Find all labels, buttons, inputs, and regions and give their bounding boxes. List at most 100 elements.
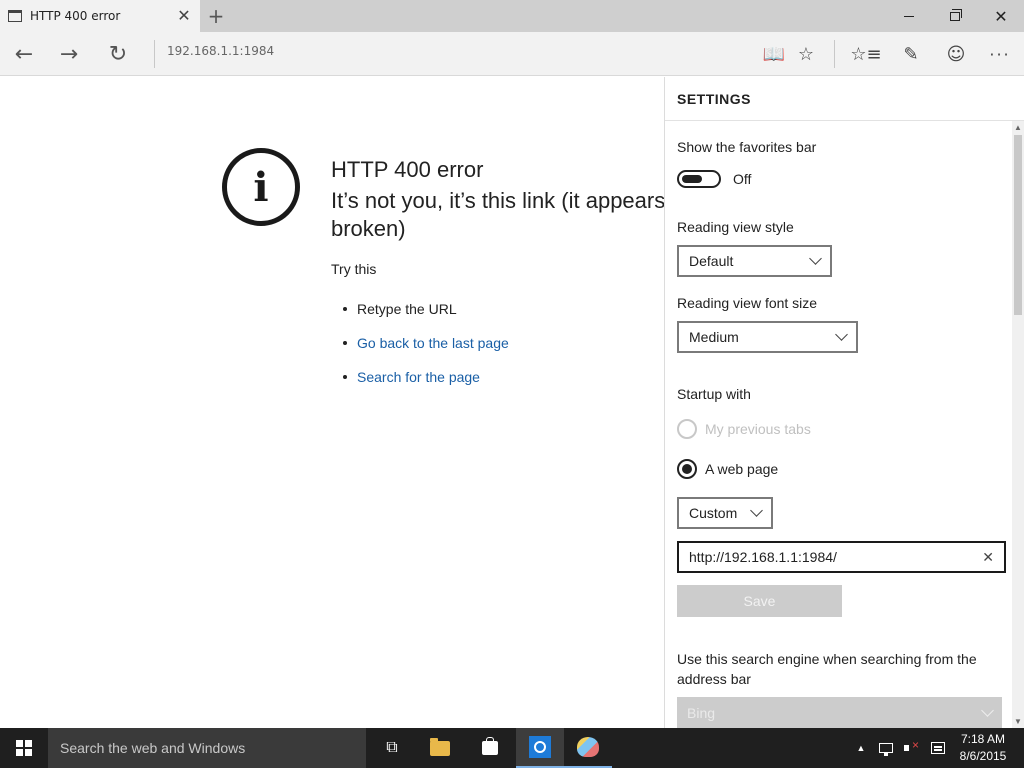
reading-font-select[interactable]: Medium: [677, 321, 858, 353]
add-favorite-button[interactable]: ☆: [790, 38, 822, 70]
settings-header: SETTINGS: [665, 77, 1024, 121]
clear-icon[interactable]: ✕: [982, 549, 994, 566]
windows-logo-icon: [16, 740, 32, 756]
scroll-down-icon[interactable]: ▼: [1012, 717, 1024, 726]
reading-style-label: Reading view style: [677, 219, 794, 235]
link-text[interactable]: Go back to the last page: [357, 335, 509, 351]
reading-view-button[interactable]: 📖: [758, 38, 790, 70]
clock-date: 8/6/2015: [959, 749, 1007, 763]
task-view-button[interactable]: ⧉: [368, 728, 416, 768]
store-icon: [482, 737, 498, 755]
suggestion-retype-url: Retype the URL: [343, 301, 457, 317]
try-this-heading: Try this: [331, 261, 377, 277]
screen: HTTP 400 error ✕ + ✕ ← → ↻ 192.168.1.1:1…: [0, 0, 1024, 768]
link-text[interactable]: Search for the page: [357, 369, 480, 385]
window-close-button[interactable]: ✕: [978, 0, 1024, 32]
settings-title: SETTINGS: [677, 91, 752, 107]
back-arrow-icon: ←: [14, 41, 34, 67]
search-engine-value: Bing: [687, 705, 716, 721]
more-actions-button[interactable]: ···: [984, 38, 1016, 70]
radio-previous-tabs-label: My previous tabs: [705, 421, 811, 437]
file-explorer-icon: [430, 737, 450, 756]
link-go-back[interactable]: Go back to the last page: [343, 335, 509, 351]
page-content: i HTTP 400 error It’s not you, it’s this…: [0, 77, 664, 728]
file-explorer-button[interactable]: [416, 728, 464, 768]
address-divider: [154, 40, 155, 68]
navigation-bar: ← → ↻ 192.168.1.1:1984 📖 ☆ ☆≡ ✎ ☺ ···: [0, 32, 1024, 76]
hub-icon: ☆≡: [850, 43, 882, 65]
minimize-button[interactable]: [886, 0, 932, 32]
close-icon: ✕: [994, 6, 1008, 26]
scroll-up-icon[interactable]: ▲: [1012, 123, 1024, 132]
tab-title: HTTP 400 error: [30, 9, 121, 23]
restore-icon: [950, 8, 962, 21]
favorites-bar-state: Off: [733, 171, 752, 187]
forward-arrow-icon: →: [59, 41, 79, 67]
refresh-button[interactable]: ↻: [102, 38, 134, 70]
toolbar-divider: [834, 40, 835, 68]
taskbar-search-box[interactable]: Search the web and Windows: [48, 728, 366, 768]
feedback-button[interactable]: ☺: [940, 38, 972, 70]
bullet: [343, 341, 347, 345]
action-center-button[interactable]: [928, 728, 948, 768]
back-button[interactable]: ←: [8, 38, 40, 70]
radio-web-page-label: A web page: [705, 461, 779, 477]
address-bar[interactable]: 192.168.1.1:1984: [167, 44, 274, 58]
chevron-up-icon: ▲: [856, 743, 866, 753]
refresh-icon: ↻: [108, 41, 128, 67]
reading-font-value: Medium: [689, 329, 739, 345]
show-hidden-icons-button[interactable]: ▲: [852, 728, 870, 768]
web-note-icon: ✎: [903, 43, 919, 65]
settings-scrollbar[interactable]: ▲ ▼: [1012, 121, 1024, 728]
paint-button[interactable]: [564, 728, 612, 768]
volume-button[interactable]: [902, 728, 922, 768]
chevron-down-icon: [809, 252, 822, 265]
reading-style-value: Default: [689, 253, 734, 269]
startup-url-input[interactable]: http://192.168.1.1:1984/ ✕: [677, 541, 1006, 573]
network-icon: [879, 743, 893, 756]
info-circle-icon: i: [222, 148, 300, 226]
network-button[interactable]: [876, 728, 896, 768]
chevron-down-icon: [835, 328, 848, 341]
minimize-icon: [904, 15, 914, 17]
edge-icon: [529, 736, 551, 758]
paint-icon: [577, 737, 599, 757]
tab-page-icon: [8, 10, 22, 22]
start-button[interactable]: [0, 728, 48, 768]
scroll-thumb[interactable]: [1014, 135, 1022, 315]
startup-page-select[interactable]: Custom: [677, 497, 773, 529]
settings-pane: SETTINGS ▲ ▼ Show the favorites bar Off …: [664, 77, 1024, 728]
startup-url-value: http://192.168.1.1:1984/: [689, 549, 837, 565]
clock-time: 7:18 AM: [960, 732, 1006, 746]
bullet: [343, 307, 347, 311]
new-tab-button[interactable]: +: [204, 4, 228, 28]
save-button[interactable]: Save: [677, 585, 842, 617]
radio-web-page[interactable]: [677, 459, 697, 479]
edge-button[interactable]: [516, 728, 564, 768]
link-search-page[interactable]: Search for the page: [343, 369, 480, 385]
restore-button[interactable]: [932, 0, 978, 32]
suggestion-text: Retype the URL: [357, 301, 457, 317]
reading-view-icon: 📖: [762, 43, 786, 65]
action-center-icon: [931, 742, 945, 754]
store-button[interactable]: [466, 728, 514, 768]
taskbar: Search the web and Windows ⧉ ▲ 7:18 AM 8…: [0, 728, 1024, 768]
tab-close-icon[interactable]: ✕: [176, 8, 192, 24]
forward-button[interactable]: →: [53, 38, 85, 70]
bullet: [343, 375, 347, 379]
error-message: It’s not you, it’s this link (it appears…: [331, 188, 664, 241]
favorites-bar-toggle[interactable]: [677, 170, 721, 188]
tab-http-400-error[interactable]: HTTP 400 error ✕: [0, 0, 200, 32]
error-title: HTTP 400 error: [331, 157, 484, 182]
search-engine-select[interactable]: Bing: [677, 697, 1002, 728]
reading-style-select[interactable]: Default: [677, 245, 832, 277]
startup-label: Startup with: [677, 386, 751, 402]
radio-previous-tabs[interactable]: [677, 419, 697, 439]
chevron-down-icon: [750, 504, 763, 517]
reading-font-label: Reading view font size: [677, 295, 818, 311]
hub-button[interactable]: ☆≡: [850, 38, 882, 70]
web-note-button[interactable]: ✎: [895, 38, 927, 70]
task-view-icon: ⧉: [386, 739, 398, 756]
tab-strip: HTTP 400 error ✕ + ✕: [0, 0, 1024, 32]
clock[interactable]: 7:18 AM 8/6/2015: [950, 731, 1016, 765]
